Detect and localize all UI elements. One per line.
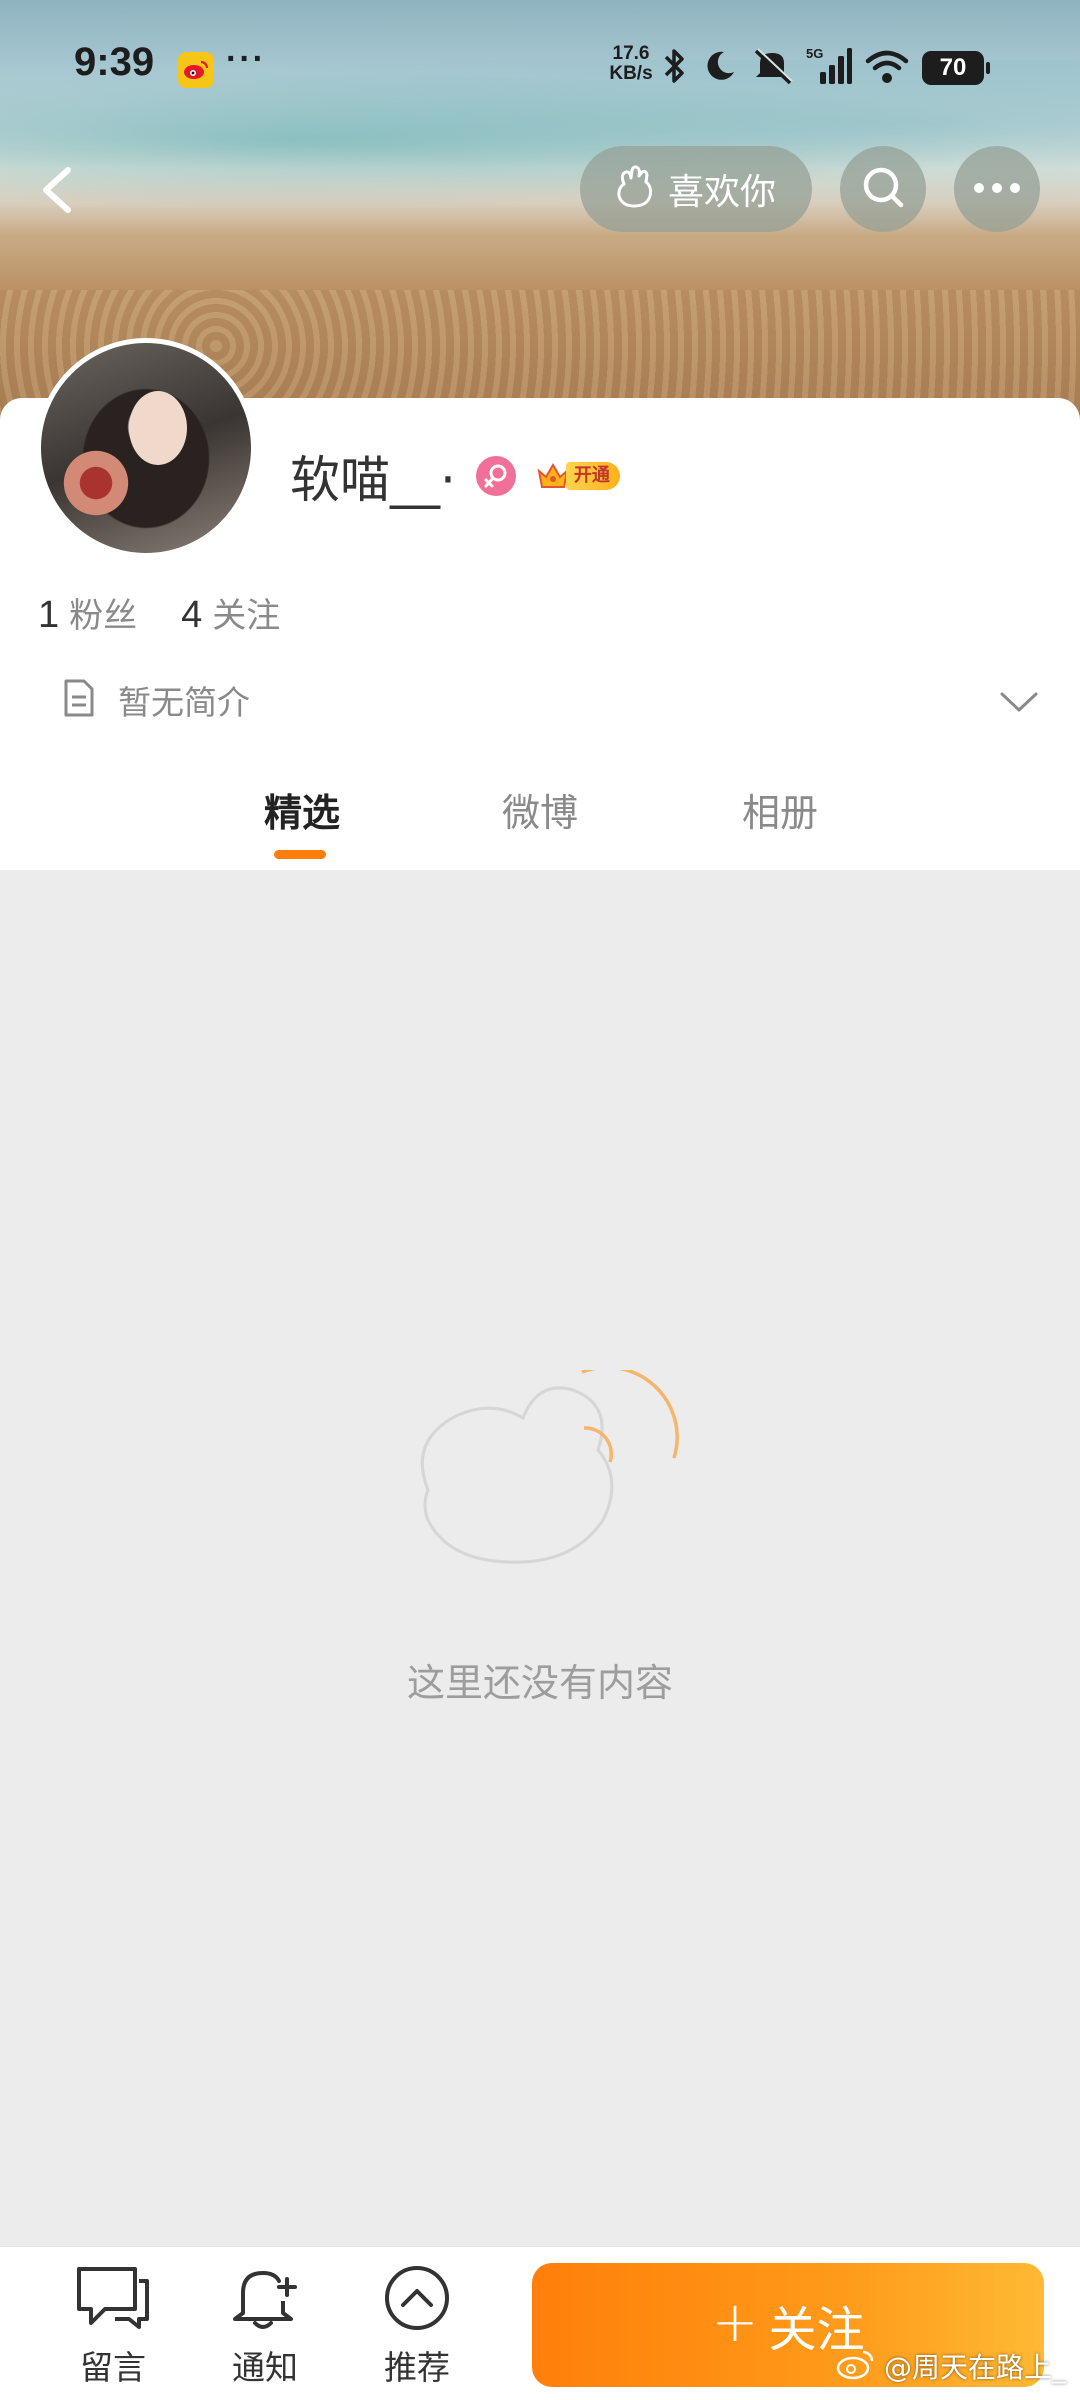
bio-text: 暂无简介 (118, 683, 250, 722)
more-icon (972, 180, 1022, 199)
wifi-icon (864, 47, 910, 89)
profile-name-row: 软喵__· 开通 (290, 440, 620, 512)
network-speed: 17.6 KB/s (606, 44, 656, 84)
status-bar: 9:39 ··· 17.6 KB/s 5G 70 (0, 0, 1080, 130)
search-button[interactable] (840, 146, 926, 232)
crown-icon (536, 459, 570, 493)
message-icon (75, 2265, 151, 2335)
empty-state-message: 这里还没有内容 (406, 1661, 673, 1705)
followers-stat[interactable]: 1 粉丝 (38, 588, 137, 637)
active-tab-indicator (274, 850, 326, 859)
like-you-button[interactable]: 喜欢你 (580, 146, 812, 232)
followers-count: 1 (38, 594, 60, 636)
vip-open-badge[interactable]: 开通 (536, 459, 620, 493)
notify-label: 通知 (232, 2348, 298, 2387)
vip-open-label: 开通 (565, 462, 620, 490)
following-count: 4 (181, 594, 203, 636)
recommend-button[interactable]: 推荐 (362, 2265, 472, 2389)
plus-icon: + (711, 2289, 759, 2355)
watermark-text: @周天在路上_ (884, 2351, 1067, 2384)
profile-name: 软喵__· (290, 451, 456, 509)
message-label: 留言 (80, 2348, 146, 2387)
network-speed-value: 17.6 (612, 43, 650, 64)
status-time: 9:39 (74, 40, 155, 84)
weibo-logo-icon (836, 2348, 876, 2384)
document-icon (60, 677, 98, 723)
more-notifications-icon: ··· (226, 40, 266, 78)
network-speed-unit: KB/s (609, 63, 653, 84)
weibo-app-icon (178, 52, 214, 88)
followers-label: 粉丝 (69, 596, 138, 636)
following-label: 关注 (212, 596, 281, 636)
back-icon (28, 167, 88, 234)
female-icon (475, 456, 516, 496)
avatar[interactable] (36, 338, 256, 558)
paw-icon (612, 164, 656, 214)
chevron-up-circle-icon (383, 2265, 451, 2335)
network-type: 5G (806, 46, 823, 61)
search-icon (858, 162, 908, 216)
expand-bio-button[interactable] (996, 684, 1042, 718)
tab-featured[interactable]: 精选 (264, 782, 340, 837)
tab-weibo[interactable]: 微博 (502, 782, 578, 837)
battery-icon: 70 (922, 51, 990, 85)
bio-row[interactable]: 暂无简介 (60, 676, 250, 724)
bell-plus-icon (229, 2265, 301, 2335)
profile-tabs: 精选 微博 相册 (0, 770, 1080, 870)
moon-icon (702, 48, 738, 88)
empty-state-icon (410, 1365, 690, 1600)
notify-button[interactable]: 通知 (210, 2265, 320, 2389)
profile-stats: 1 粉丝 4 关注 (38, 588, 280, 637)
mute-icon (750, 47, 794, 89)
recommend-label: 推荐 (384, 2348, 450, 2387)
back-button[interactable] (28, 150, 88, 230)
signal-icon: 5G (806, 46, 852, 90)
like-you-label: 喜欢你 (668, 172, 777, 213)
tab-album[interactable]: 相册 (742, 782, 818, 837)
message-button[interactable]: 留言 (58, 2265, 168, 2389)
bluetooth-icon (660, 47, 690, 89)
chevron-down-icon (996, 692, 1042, 722)
watermark: @周天在路上_ (836, 2346, 1066, 2386)
following-stat[interactable]: 4 关注 (181, 588, 280, 637)
more-options-button[interactable] (954, 146, 1040, 232)
